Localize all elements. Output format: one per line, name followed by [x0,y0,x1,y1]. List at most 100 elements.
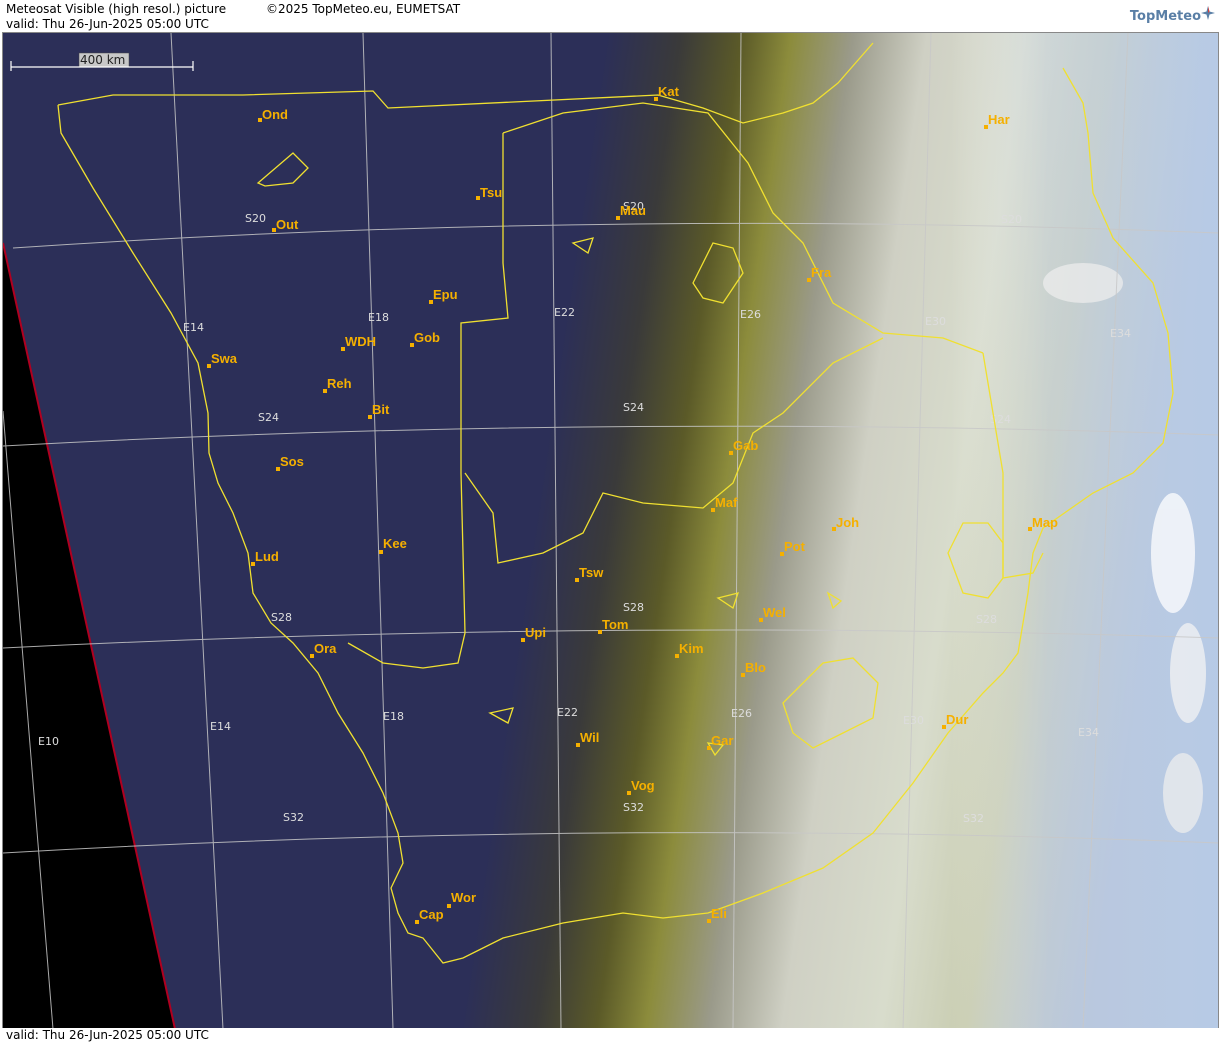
city-label: Gob [414,330,440,345]
city-label: Tsw [579,565,604,580]
city-label: Ora [314,641,337,656]
city-marker: Cap [415,907,444,924]
lat-label: S28 [623,601,644,614]
city-marker: Blo [741,660,766,677]
city-marker: Gob [410,330,440,347]
city-marker: Swa [207,351,238,368]
city-label: Reh [327,376,352,391]
lon-label: E14 [210,720,231,733]
lon-label: E14 [183,321,204,334]
compass-star-icon [1201,6,1215,20]
city-marker: Kat [654,84,680,101]
city-marker: Tom [598,617,628,634]
city-marker: Joh [832,515,859,531]
city-label: Maf [715,495,738,510]
city-label: Pot [784,539,806,554]
lon-label: E10 [38,735,59,748]
city-marker: Wil [576,730,599,747]
satellite-map: S20 S24 S28 S32 S20 S24 S28 S32 S20 S24 … [2,32,1219,1030]
city-label: Kim [679,641,704,656]
image-title: Meteosat Visible (high resol.) picture [6,2,227,16]
city-label: Sos [280,454,304,469]
city-marker: Dur [942,712,968,729]
city-marker: Wel [759,605,786,622]
city-label: Out [276,217,299,232]
city-marker: Sos [276,454,304,471]
city-marker: Lud [251,549,279,566]
city-marker: Tsw [575,565,604,582]
city-marker: Har [984,112,1010,129]
lat-label: S32 [623,801,644,814]
city-label: Eli [711,906,727,921]
lon-label: E26 [731,707,752,720]
lat-label: S28 [976,613,997,626]
scale-label: 400 km [80,53,125,67]
city-label: Wil [580,730,599,745]
city-label: Upi [525,625,546,640]
city-marker: Mau [616,203,646,220]
valid-time-footer: valid: Thu 26-Jun-2025 05:00 UTC [6,1028,209,1042]
city-label: Wel [763,605,786,620]
city-label: Lud [255,549,279,564]
lat-label: S24 [623,401,644,414]
city-marker: Epu [429,287,458,304]
city-label: Tsu [480,185,502,200]
lat-label: S32 [963,812,984,825]
city-marker: Upi [521,625,546,642]
city-label: Dur [946,712,968,727]
lat-label: S20 [245,212,266,225]
city-label: Cap [419,907,444,922]
city-marker: Fra [807,265,832,282]
city-label: Fra [811,265,832,280]
city-label: Blo [745,660,766,675]
topmeteo-logo[interactable]: TopMeteo [1130,9,1201,24]
lat-label: S28 [271,611,292,624]
lon-label: E30 [925,315,946,328]
lon-label: E34 [1078,726,1099,739]
city-marker: Bit [368,402,390,419]
city-marker: Reh [323,376,352,393]
city-label: Ond [262,107,288,122]
city-label: Har [988,112,1010,127]
city-label: WDH [345,334,376,349]
lon-label: E26 [740,308,761,321]
city-label: Mau [620,203,646,218]
city-label: Kee [383,536,407,551]
city-marker: Vog [627,778,655,795]
city-marker: Out [272,217,299,232]
copyright-notice: ©2025 TopMeteo.eu, EUMETSAT [266,2,461,16]
lon-label: E22 [554,306,575,319]
city-marker: Maf [711,495,738,512]
lon-label: E18 [368,311,389,324]
city-marker: Pot [780,539,806,556]
valid-time: valid: Thu 26-Jun-2025 05:00 UTC [6,17,209,31]
city-label: Vog [631,778,655,793]
city-marker: Kim [675,641,704,658]
map-canvas: S20 S24 S28 S32 S20 S24 S28 S32 S20 S24 … [3,33,1218,1029]
footer-bar: valid: Thu 26-Jun-2025 05:00 UTC [0,1028,1219,1042]
header-bar: Meteosat Visible (high resol.) picture ©… [0,0,1219,32]
lon-label: E18 [383,710,404,723]
city-marker: Tsu [476,185,502,200]
city-label: Bit [372,402,390,417]
city-marker: Ond [258,107,288,122]
city-label: Map [1032,515,1058,530]
city-marker: Gar [707,733,733,750]
city-marker: Ora [310,641,337,658]
city-label: Gab [733,438,758,453]
lon-label: E30 [903,714,924,727]
city-label: Tom [602,617,628,632]
city-marker: Gab [729,438,758,455]
city-label: Gar [711,733,733,748]
lon-label: E34 [1110,327,1131,340]
city-marker: WDH [341,334,376,351]
city-label: Epu [433,287,458,302]
city-label: Joh [836,515,859,530]
city-marker: Map [1028,515,1058,531]
city-label: Wor [451,890,476,905]
lat-label: S32 [283,811,304,824]
lat-label: S24 [258,411,279,424]
city-label: Kat [658,84,680,99]
city-label: Swa [211,351,238,366]
ocean-tint [3,33,1218,1029]
